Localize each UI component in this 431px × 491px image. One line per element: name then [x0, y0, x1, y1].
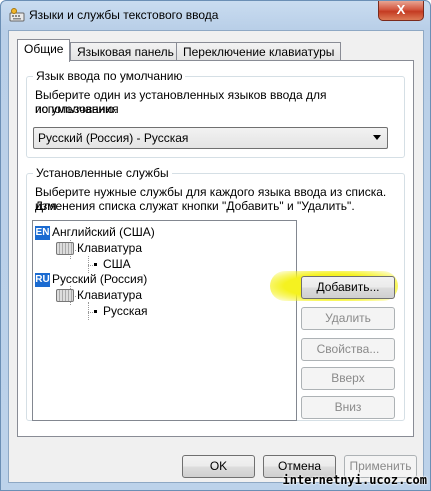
installed-services-title: Установленные службы	[33, 166, 172, 180]
bullet-icon	[94, 310, 97, 314]
window-title: Языки и службы текстового ввода	[29, 8, 219, 22]
keyboard-icon	[56, 242, 74, 256]
language-badge-icon: RU	[35, 272, 50, 287]
default-language-description-2: по умолчанию.	[35, 102, 118, 116]
tree-connector	[88, 302, 89, 320]
close-button[interactable]: X	[378, 1, 424, 21]
tree-item-label: Клавиатура	[77, 241, 142, 255]
tree-item-english[interactable]: EN Английский (США)	[35, 225, 155, 240]
tree-item-keyboard-ru[interactable]: Клавиатура	[56, 288, 142, 303]
keyboard-icon	[56, 289, 74, 303]
default-language-selected: Русский (Россия) - Русская	[38, 131, 189, 145]
tab-keyboard-switching[interactable]: Переключение клавиатуры	[176, 42, 342, 61]
remove-button[interactable]: Удалить	[301, 307, 395, 330]
move-down-button[interactable]: Вниз	[301, 396, 395, 419]
keyboard-settings-icon	[9, 8, 25, 22]
bullet-icon	[94, 263, 97, 267]
tree-item-label: США	[103, 257, 131, 271]
title-bar[interactable]: Языки и службы текстового ввода X	[1, 1, 430, 29]
properties-button[interactable]: Свойства...	[301, 338, 395, 361]
dialog-window: Языки и службы текстового ввода X Общие …	[0, 0, 431, 491]
watermark-text: internetnyi.ucoz.com	[282, 473, 428, 487]
chevron-down-icon	[373, 135, 381, 140]
tree-item-layout-usa[interactable]: США	[94, 257, 131, 271]
tab-language-bar[interactable]: Языковая панель	[70, 42, 181, 61]
ok-button[interactable]: OK	[182, 455, 255, 478]
add-button[interactable]: Добавить...	[301, 276, 395, 299]
tree-item-keyboard-en[interactable]: Клавиатура	[56, 241, 142, 256]
default-language-select[interactable]: Русский (Россия) - Русская	[33, 127, 388, 149]
tree-item-label: Русский (Россия)	[52, 272, 148, 286]
services-tree[interactable]: EN Английский (США) Клавиатура США RU Русс…	[32, 220, 297, 421]
tree-item-label: Русская	[103, 304, 148, 318]
tree-item-layout-russian[interactable]: Русская	[94, 304, 148, 318]
installed-services-description-2: изменения списка служат кнопки "Добавить…	[35, 199, 355, 213]
language-badge-icon: EN	[35, 225, 50, 240]
move-up-button[interactable]: Вверх	[301, 367, 395, 390]
tree-item-label: Английский (США)	[52, 225, 155, 239]
tree-item-label: Клавиатура	[77, 288, 142, 302]
tab-general[interactable]: Общие	[17, 39, 71, 62]
default-language-title: Язык ввода по умолчанию	[33, 69, 186, 83]
tree-item-russian[interactable]: RU Русский (Россия)	[35, 272, 147, 287]
